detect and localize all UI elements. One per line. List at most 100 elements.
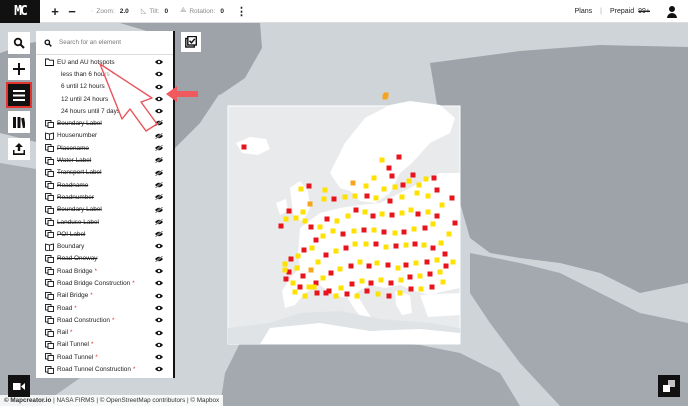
hotspot-marker: [425, 193, 431, 199]
hotspot-marker: [379, 211, 385, 217]
plans-link[interactable]: Plans: [575, 8, 593, 15]
layer-item[interactable]: Road Construction *: [36, 314, 173, 326]
required-marker: *: [132, 366, 136, 374]
record-video-button[interactable]: [8, 375, 30, 397]
layer-item[interactable]: Rail Bridge *: [36, 290, 173, 302]
layer-sublayer[interactable]: 6 until 12 hours: [36, 81, 173, 93]
eye-icon[interactable]: [155, 268, 163, 274]
layer-item[interactable]: Housenumber: [36, 130, 173, 142]
add-element-button[interactable]: [8, 58, 30, 80]
hotspot-marker: [392, 184, 398, 190]
required-marker: *: [90, 341, 94, 349]
rotation-value[interactable]: 0: [220, 8, 224, 15]
layer-item[interactable]: Placename: [36, 142, 173, 154]
eye-icon[interactable]: [155, 342, 163, 348]
menu-icon: [13, 89, 25, 101]
layer-item[interactable]: Boundary: [36, 240, 173, 252]
select-all-button[interactable]: [181, 32, 201, 52]
layer-icon: [45, 365, 54, 374]
eye-off-icon[interactable]: [155, 120, 163, 127]
layer-item[interactable]: Boundary Label: [36, 204, 173, 216]
eye-icon[interactable]: [155, 96, 163, 102]
eye-icon[interactable]: [155, 280, 163, 286]
eye-off-icon[interactable]: [155, 181, 163, 189]
more-options-icon[interactable]: ⋮: [236, 5, 247, 18]
layer-item[interactable]: Road Tunnel *: [36, 351, 173, 363]
hotspot-marker: [357, 259, 363, 265]
hotspot-marker: [370, 213, 376, 219]
layers-button[interactable]: [6, 82, 32, 108]
library-button[interactable]: [8, 111, 30, 133]
attribution-brand[interactable]: © Mapcreator.io: [4, 397, 51, 404]
export-button[interactable]: [8, 138, 30, 160]
layer-sublayer[interactable]: less than 6 hours *: [36, 68, 173, 80]
layer-item[interactable]: Landuse Label: [36, 216, 173, 228]
zoom-value[interactable]: 2.0: [120, 8, 129, 15]
hotspot-marker: [345, 213, 351, 219]
layer-label: Road: [57, 304, 73, 312]
zoom-out-button[interactable]: −: [65, 4, 79, 19]
eye-off-icon[interactable]: [155, 255, 163, 263]
tilt-value[interactable]: 0: [164, 8, 168, 15]
eye-off-icon[interactable]: [155, 157, 163, 164]
hotspot-marker: [422, 225, 428, 231]
search-icon: [13, 37, 25, 49]
eye-icon[interactable]: [155, 366, 163, 372]
eye-icon[interactable]: [155, 71, 163, 77]
layer-item[interactable]: Water Label: [36, 154, 173, 166]
hotspot-marker: [323, 252, 329, 258]
hotspot-marker: [344, 291, 350, 297]
layer-label: Road Construction: [57, 316, 110, 324]
zoom-in-button[interactable]: +: [48, 4, 62, 19]
layer-item[interactable]: POI Label: [36, 228, 173, 240]
layer-label: Road Oneway: [57, 255, 98, 263]
layer-item[interactable]: Road *: [36, 302, 173, 314]
layer-item[interactable]: Boundary Label: [36, 117, 173, 129]
layer-item[interactable]: Roadname: [36, 179, 173, 191]
app-logo[interactable]: MC: [0, 0, 40, 23]
eye-icon[interactable]: [155, 59, 163, 65]
eye-off-icon[interactable]: [155, 132, 163, 140]
eye-icon[interactable]: [155, 330, 163, 336]
layer-item[interactable]: Road Bridge Construction *: [36, 277, 173, 289]
hotspot-marker: [413, 260, 419, 266]
eye-off-icon[interactable]: [155, 206, 163, 213]
search-button[interactable]: [8, 32, 30, 54]
eye-icon[interactable]: [155, 305, 163, 311]
layer-item[interactable]: Road Tunnel Construction *: [36, 363, 173, 375]
eye-icon[interactable]: [155, 243, 163, 249]
element-search-input[interactable]: [59, 39, 169, 46]
eye-off-icon[interactable]: [155, 169, 163, 177]
eye-icon[interactable]: [155, 354, 163, 360]
layer-sublayer[interactable]: 24 hours until 7 days: [36, 105, 173, 117]
eye-icon[interactable]: [155, 293, 163, 299]
hotspot-marker: [450, 259, 456, 265]
hotspot-marker: [333, 248, 339, 254]
prepaid-label[interactable]: Prepaid: [610, 8, 634, 15]
hotspot-marker: [309, 245, 315, 251]
eye-icon[interactable]: [155, 108, 163, 114]
hotspot-marker: [434, 187, 440, 193]
hotspot-marker: [373, 241, 379, 247]
eye-off-icon[interactable]: [155, 230, 163, 238]
tilt-label: Tilt:: [149, 7, 160, 15]
eye-icon[interactable]: [155, 84, 163, 90]
layer-item[interactable]: Road Bridge *: [36, 265, 173, 277]
layer-item[interactable]: Rail *: [36, 327, 173, 339]
layer-item[interactable]: Transport Label: [36, 167, 173, 179]
eye-off-icon[interactable]: [155, 218, 163, 226]
eye-icon[interactable]: [155, 317, 163, 323]
eye-off-icon[interactable]: [155, 144, 163, 152]
hotspot-marker: [363, 183, 369, 189]
layer-item[interactable]: Road Oneway: [36, 253, 173, 265]
layer-sublayer[interactable]: 12 until 24 hours: [36, 93, 173, 105]
user-icon[interactable]: [666, 5, 678, 18]
hotspot-marker: [302, 218, 308, 224]
layer-item[interactable]: Roadnumber: [36, 191, 173, 203]
folder-icon: [45, 58, 54, 67]
layer-item[interactable]: Rail Tunnel *: [36, 339, 173, 351]
layer-folder[interactable]: EU and AU hotspots: [36, 56, 173, 68]
eye-off-icon[interactable]: [155, 193, 163, 201]
hotspot-marker: [300, 273, 306, 279]
fullscreen-button[interactable]: [658, 375, 680, 397]
